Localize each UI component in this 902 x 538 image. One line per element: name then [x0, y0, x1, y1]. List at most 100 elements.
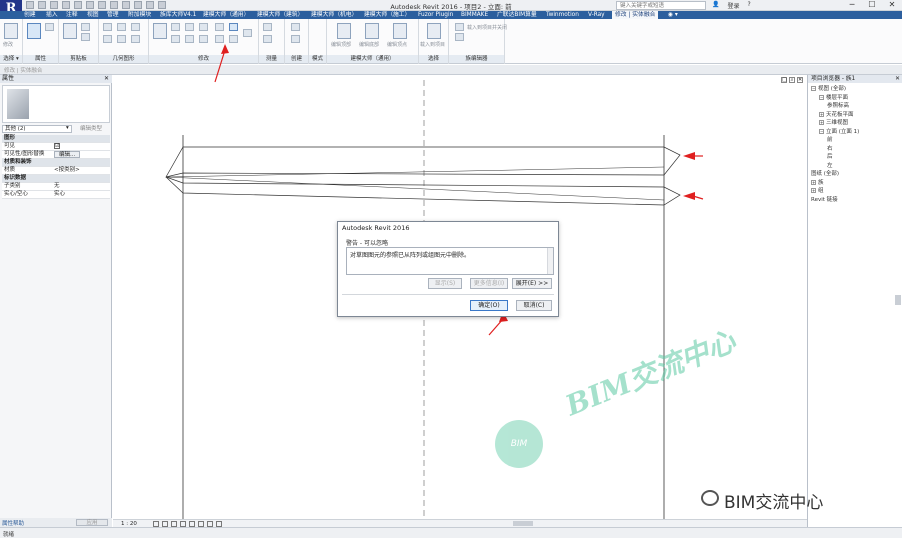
property-row[interactable]: 可见 ☑ [2, 143, 110, 151]
tab-twinmotion[interactable]: Twinmotion [546, 11, 579, 19]
show-button[interactable]: 显示(S) [428, 278, 462, 289]
cope-icon[interactable] [103, 23, 112, 31]
browser-item[interactable]: 后 [827, 153, 833, 161]
array-icon[interactable] [229, 23, 238, 31]
cut-geometry-icon[interactable] [117, 23, 126, 31]
user-icon[interactable]: 👤 [712, 1, 719, 10]
browser-item[interactable]: 右 [827, 145, 833, 153]
tab-modeling-arch[interactable]: 建模大师（建筑） [257, 11, 303, 19]
tab-bimmake[interactable]: BIMMAKE [461, 11, 488, 19]
edit-bottom-icon[interactable] [365, 23, 379, 39]
edit-type-button[interactable]: 编辑类型 [80, 125, 102, 133]
collapse-icon[interactable]: − [811, 86, 816, 91]
expand-icon[interactable]: + [811, 188, 816, 193]
browser-item[interactable]: + 三维视图 [819, 119, 848, 127]
copy-icon[interactable] [81, 33, 90, 41]
browser-scrollbar[interactable] [895, 295, 901, 305]
tab-modeling-general[interactable]: 建模大师（通用） [203, 11, 249, 19]
type-properties-icon[interactable] [45, 23, 54, 31]
tab-annotate[interactable]: 注释 [66, 11, 78, 19]
property-row[interactable]: 实心/空心 实心 [2, 191, 110, 199]
browser-item[interactable]: + 族 [811, 179, 824, 187]
tab-modeling-construction[interactable]: 建模大师（施工） [364, 11, 410, 19]
dimension-icon[interactable] [263, 35, 272, 43]
browser-item[interactable]: 前 [827, 136, 833, 144]
mirror-draw-icon[interactable] [199, 23, 208, 31]
restore-view-icon[interactable]: □ [781, 77, 787, 83]
tab-vray[interactable]: V-Ray [588, 11, 605, 19]
close-button[interactable]: ✕ [882, 0, 902, 10]
tab-manage[interactable]: 管理 [107, 11, 119, 19]
help-icon[interactable]: ? [748, 1, 751, 10]
close-view-icon[interactable]: ✕ [797, 77, 803, 83]
offset-icon[interactable] [171, 23, 180, 31]
browser-item[interactable]: 图纸 (全部) [811, 170, 839, 178]
create-similar-icon[interactable] [291, 23, 300, 31]
load-to-project-icon[interactable] [427, 23, 441, 39]
minimize-button[interactable]: ─ [842, 0, 862, 10]
cancel-button[interactable]: 取消(C) [516, 300, 552, 311]
rotate-icon[interactable] [199, 35, 208, 43]
tab-create[interactable]: 创建 [24, 11, 36, 19]
visible-checkbox[interactable]: ☑ [54, 143, 60, 149]
tab-addins[interactable]: 附加模块 [128, 11, 151, 19]
chevron-down-icon[interactable]: ▾ [66, 125, 69, 131]
expand-icon[interactable]: + [819, 111, 824, 117]
create-group-icon[interactable] [291, 35, 300, 43]
tab-modeling-mep[interactable]: 建模大师（机电） [311, 11, 357, 19]
browser-item[interactable]: − 立面 (立面 1) [819, 128, 859, 136]
browser-item[interactable]: + 组 [811, 187, 824, 195]
pin-icon[interactable] [229, 35, 238, 43]
join-icon[interactable] [131, 23, 140, 31]
tab-fuzor[interactable]: Fuzor Plugin [418, 11, 453, 19]
ribbon-options-icon[interactable]: ◉ ▾ [668, 11, 678, 19]
expand-button[interactable]: 展开(E) >> [512, 278, 552, 289]
tab-family-library[interactable]: 族库大师V4.1 [160, 11, 196, 19]
move-icon[interactable] [171, 35, 180, 43]
help-search-input[interactable]: 键入关键字或短语 [616, 1, 706, 10]
trim-icon[interactable] [215, 23, 224, 31]
family-editor-icon-2[interactable] [455, 33, 464, 41]
mirror-axis-icon[interactable] [185, 23, 194, 31]
measure-tool-icon[interactable] [263, 23, 272, 31]
tab-view[interactable]: 视图 [87, 11, 99, 19]
type-selector-value[interactable]: 其他 (2) [2, 125, 72, 133]
tab-insert[interactable]: 插入 [46, 11, 58, 19]
property-row[interactable]: 可见性/图形替换 编辑... [2, 151, 110, 159]
collapse-icon[interactable]: − [819, 94, 824, 100]
properties-icon[interactable] [27, 23, 41, 39]
browser-item[interactable]: + 天花板平面 [819, 111, 854, 119]
copy-element-icon[interactable] [185, 35, 194, 43]
browser-item[interactable]: − 视图 (全部) [811, 85, 846, 93]
property-row[interactable]: 子类别 无 [2, 183, 110, 191]
apply-button[interactable]: 应用 [76, 519, 108, 526]
align-icon[interactable] [153, 23, 167, 39]
expand-icon[interactable]: + [819, 120, 824, 125]
properties-help-link[interactable]: 属性帮助 [2, 519, 24, 527]
browser-item[interactable]: − 楼层平面 [819, 94, 848, 102]
browser-item[interactable]: 左 [827, 162, 833, 170]
edit-button[interactable]: 编辑... [54, 151, 81, 158]
expand-icon[interactable]: + [811, 179, 816, 185]
collapse-icon[interactable]: − [819, 128, 824, 134]
paste-icon[interactable] [63, 23, 77, 39]
family-editor-icon-1[interactable] [455, 23, 464, 31]
scale-icon[interactable] [215, 35, 224, 43]
signin-link[interactable]: 登录 [727, 1, 739, 10]
horizontal-scrollbar[interactable] [513, 521, 533, 526]
ok-button[interactable]: 确定(O) [470, 300, 508, 311]
message-scrollbar[interactable] [547, 248, 553, 274]
cut-icon[interactable] [81, 23, 90, 31]
more-info-button[interactable]: 更多信息(I) [470, 278, 508, 289]
group-label-select[interactable]: 选择 ▾ [0, 55, 22, 63]
paint-icon[interactable] [131, 35, 140, 43]
tab-modify-blend[interactable]: 修改 | 实体融合 [612, 11, 659, 19]
maximize-button[interactable]: ☐ [862, 0, 882, 10]
split-face-icon[interactable] [117, 35, 126, 43]
type-selector[interactable]: 其他 (2) ▾ 编辑类型 [2, 125, 110, 133]
delete-icon[interactable] [243, 29, 252, 37]
zoom-icon[interactable]: ⌕ [789, 77, 795, 83]
property-row[interactable]: 材质 <按类别> [2, 167, 110, 175]
wall-joins-icon[interactable] [103, 35, 112, 43]
modify-icon[interactable] [4, 23, 18, 39]
